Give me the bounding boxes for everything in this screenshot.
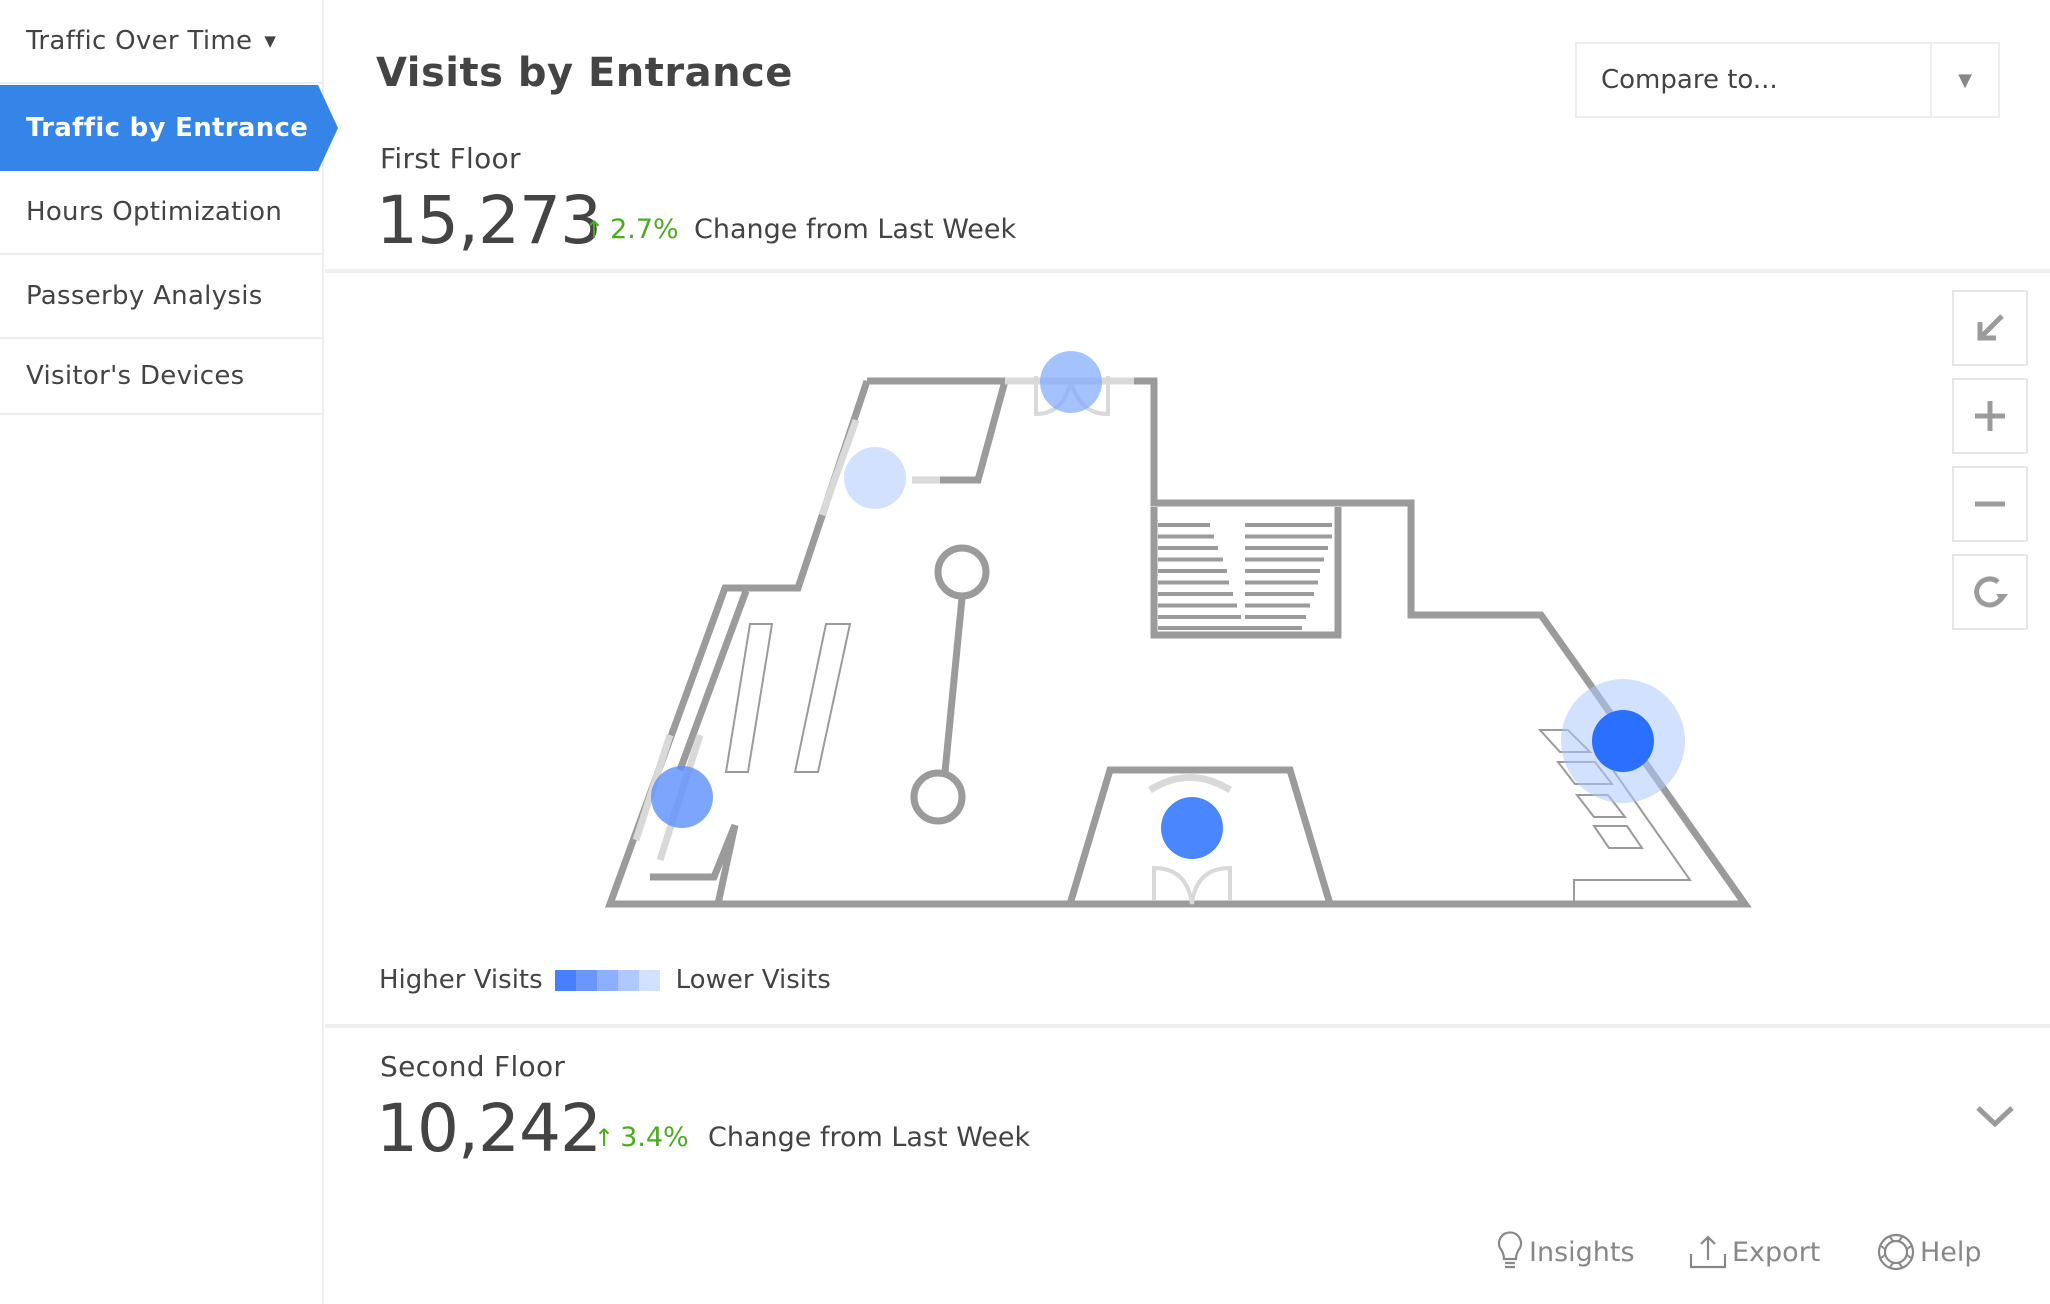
rack — [724, 623, 774, 773]
help-button[interactable]: Help — [1876, 1232, 1982, 1272]
compare-to-label: Compare to... — [1601, 65, 1778, 95]
first-floor-count: 15,273 — [376, 182, 602, 259]
legend-swatch — [617, 969, 639, 991]
sidebar-item-label: Traffic Over Time — [26, 26, 253, 56]
north-entrance-marker[interactable] — [1040, 351, 1102, 413]
insights-button[interactable]: Insights — [1495, 1231, 1635, 1272]
legend-swatch — [554, 969, 576, 991]
insights-label: Insights — [1529, 1236, 1635, 1268]
legend-high-label: Higher Visits — [379, 965, 543, 995]
reset-view-button[interactable] — [1952, 290, 2028, 366]
change-label: Change from Last Week — [708, 1122, 1031, 1153]
legend-swatch — [638, 969, 660, 991]
refresh-button[interactable] — [1952, 554, 2028, 630]
plus-icon — [1975, 401, 2005, 431]
first-floor-title: First Floor — [380, 142, 521, 175]
second-floor-count: 10,242 — [376, 1090, 602, 1167]
export-label: Export — [1732, 1236, 1821, 1268]
page-title: Visits by Entrance — [376, 50, 793, 96]
pillar — [934, 544, 990, 600]
sidebar-item-hours-optimization[interactable]: Hours Optimization — [0, 171, 322, 255]
expand-chevron-icon[interactable] — [1975, 1105, 2015, 1129]
sidebar-item-traffic-by-entrance[interactable]: Traffic by Entrance — [0, 85, 338, 171]
arrow-up-icon: ↑ — [594, 1123, 615, 1152]
sidebar-item-traffic-over-time[interactable]: Traffic Over Time ▼ — [0, 0, 322, 84]
legend-swatch — [596, 969, 618, 991]
inner-wall — [940, 380, 1009, 484]
zoom-out-button[interactable] — [1952, 466, 2028, 542]
change-label: Change from Last Week — [694, 214, 1017, 245]
rack — [793, 623, 852, 773]
section-divider — [325, 1024, 2050, 1028]
caret-down-icon: ▼ — [264, 32, 277, 50]
second-floor-title: Second Floor — [380, 1050, 566, 1083]
sidebar-item-label: Traffic by Entrance — [26, 113, 309, 143]
west-entrance-marker[interactable] — [651, 766, 713, 828]
sidebar-item-label: Hours Optimization — [26, 197, 283, 227]
dropdown-arrow-icon: ▼ — [1930, 44, 1998, 116]
lightbulb-icon — [1497, 1231, 1523, 1269]
sidebar-item-visitors-devices[interactable]: Visitor's Devices — [0, 339, 322, 415]
export-button[interactable]: Export — [1688, 1232, 1820, 1272]
first-floor-change: ↑ 2.7% — [584, 214, 679, 245]
heat-legend: Higher Visits Lower Visits — [379, 960, 831, 1000]
south-entrance-marker[interactable] — [1161, 797, 1223, 859]
pillar — [910, 769, 966, 825]
northwest-entrance-marker[interactable] — [844, 447, 906, 509]
minus-icon — [1975, 501, 2005, 507]
legend-swatch — [575, 969, 597, 991]
refresh-icon — [1974, 576, 2008, 608]
floor-plan-map[interactable] — [325, 273, 2050, 933]
help-label: Help — [1920, 1236, 1982, 1268]
east-entrance-marker[interactable] — [1592, 710, 1654, 772]
sidebar-item-label: Passerby Analysis — [26, 281, 263, 311]
change-percent: 2.7% — [610, 214, 679, 245]
arrow-up-icon: ↑ — [584, 215, 605, 244]
sidebar-item-passerby-analysis[interactable]: Passerby Analysis — [0, 255, 322, 339]
lifebuoy-icon — [1877, 1233, 1915, 1271]
compare-to-dropdown[interactable]: Compare to... ▼ — [1575, 42, 2000, 118]
legend-low-label: Lower Visits — [675, 965, 831, 995]
pillar-beam — [941, 597, 966, 773]
legend-swatches — [554, 969, 660, 991]
entrance-opening — [1148, 774, 1232, 794]
display-case — [1592, 825, 1644, 849]
door-swing — [1152, 865, 1232, 905]
arrow-down-left-icon — [1977, 314, 2004, 341]
export-icon — [1689, 1235, 1727, 1269]
change-percent: 3.4% — [620, 1122, 689, 1153]
second-floor-change: ↑ 3.4% — [594, 1122, 689, 1153]
zoom-in-button[interactable] — [1952, 378, 2028, 454]
sidebar-item-label: Visitor's Devices — [26, 361, 245, 391]
sidebar-nav: Traffic Over Time ▼ Traffic by Entrance … — [0, 0, 338, 1304]
